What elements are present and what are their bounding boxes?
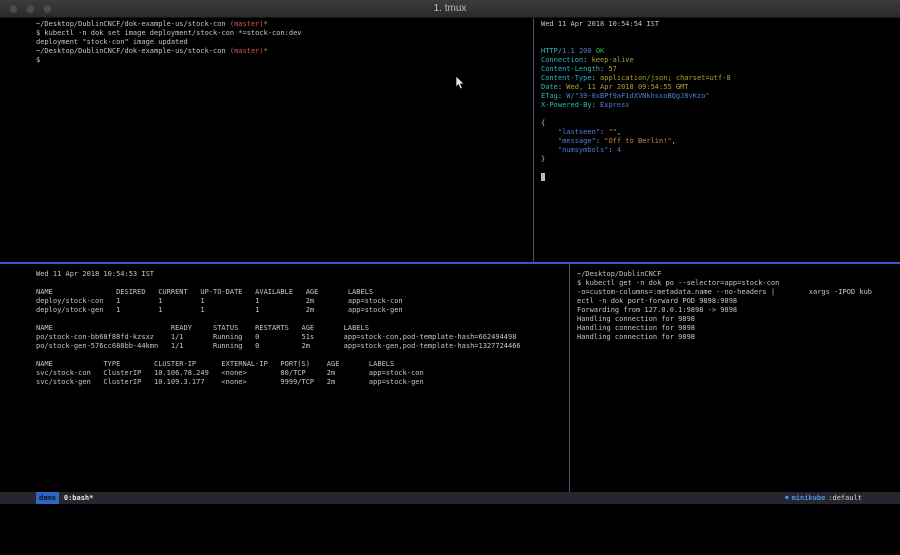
kubernetes-icon: ● (785, 492, 789, 504)
terminal-line: -o=custom-columns=:metadata.name --no-he… (577, 288, 898, 297)
terminal-line: X-Powered-By: Express (541, 101, 898, 110)
close-button[interactable] (9, 4, 18, 13)
terminal-line: svc/stock-con ClusterIP 10.106.78.249 <n… (36, 369, 565, 378)
terminal-line: { (541, 119, 898, 128)
terminal-line: Date: Wed, 11 Apr 2018 09:54:55 GMT (541, 83, 898, 92)
terminal-line: } (541, 155, 898, 164)
terminal-line: Wed 11 Apr 2018 10:54:53 IST (36, 270, 565, 279)
zoom-button[interactable] (43, 4, 52, 13)
terminal-line: "lastseen": "", (541, 128, 898, 137)
terminal-line: $ kubectl -n dok set image deployment/st… (36, 29, 529, 38)
terminal-line: NAME READY STATUS RESTARTS AGE LABELS (36, 324, 565, 333)
terminal-line: Content-Length: 57 (541, 65, 898, 74)
terminal-line (541, 38, 898, 47)
status-right: ● minikube:default (785, 492, 862, 504)
session-name[interactable]: demo (36, 492, 59, 504)
terminal-line: po/stock-con-bb68f88fd-kzsxz 1/1 Running… (36, 333, 565, 342)
window-title: 1. tmux (434, 3, 467, 14)
terminal-line: $ (36, 56, 529, 65)
tmux-status-bar: demo 0:bash* ● minikube:default (0, 492, 900, 504)
window-tab-0-bash[interactable]: 0:bash* (64, 492, 94, 504)
terminal-line: ~/Desktop/DublinCNCF/dok-example-us/stoc… (36, 47, 529, 56)
terminal-line (36, 351, 565, 360)
terminal-line (36, 279, 565, 288)
terminal-line: Connection: keep-alive (541, 56, 898, 65)
terminal-line: deploy/stock-gen 1 1 1 1 2m app=stock-ge… (36, 306, 565, 315)
pane-kubectl-resources[interactable]: Wed 11 Apr 2018 10:54:53 IST NAME DESIRE… (0, 264, 569, 492)
terminal-line (36, 315, 565, 324)
kube-context-label: minikube (792, 492, 826, 504)
terminal-window: 1. tmux ~/Desktop/DublinCNCF/dok-example… (0, 0, 900, 504)
terminal-line: HTTP/1.1 200 OK (541, 47, 898, 56)
pane-port-forward[interactable]: ~/Desktop/DublinCNCF$ kubectl get -n dok… (571, 264, 900, 492)
pane-shell-set-image[interactable]: ~/Desktop/DublinCNCF/dok-example-us/stoc… (0, 18, 533, 262)
terminal-line: deployment "stock-con" image updated (36, 38, 529, 47)
terminal-line (541, 173, 898, 182)
terminal-line: ~/Desktop/DublinCNCF/dok-example-us/stoc… (36, 20, 529, 29)
terminal-line (541, 110, 898, 119)
terminal-line: Forwarding from 127.0.0.1:9898 -> 9898 (577, 306, 898, 315)
terminal-line: NAME DESIRED CURRENT UP-TO-DATE AVAILABL… (36, 288, 565, 297)
terminal-line: Content-Type: application/json; charset=… (541, 74, 898, 83)
terminal-line: Handling connection for 9898 (577, 315, 898, 324)
window-titlebar[interactable]: 1. tmux (0, 0, 900, 18)
terminal-line: deploy/stock-con 1 1 1 1 2m app=stock-co… (36, 297, 565, 306)
terminal-line: Handling connection for 9898 (577, 324, 898, 333)
pane-divider-vertical-top[interactable] (533, 18, 534, 262)
pane-http-response[interactable]: Wed 11 Apr 2018 10:54:54 IST HTTP/1.1 20… (535, 18, 900, 262)
terminal-line: "numsymbols": 4 (541, 146, 898, 155)
terminal-line (541, 164, 898, 173)
terminal-line: po/stock-gen-576cc688bb-44kmn 1/1 Runnin… (36, 342, 565, 351)
terminal-line: ~/Desktop/DublinCNCF (577, 270, 898, 279)
terminal-line: ETag: W/"39-0xBPf9aF1dXVNkhsxoBQgJ8vKzo" (541, 92, 898, 101)
terminal-line (541, 29, 898, 38)
terminal-line: "message": "Off to Berlin!", (541, 137, 898, 146)
terminal-line: $ kubectl get -n dok po --selector=app=s… (577, 279, 898, 288)
terminal-line: NAME TYPE CLUSTER-IP EXTERNAL-IP PORT(S)… (36, 360, 565, 369)
kube-namespace-label: :default (828, 492, 862, 504)
mouse-pointer-icon (455, 76, 465, 90)
traffic-lights (9, 4, 52, 13)
terminal-line: Wed 11 Apr 2018 10:54:54 IST (541, 20, 898, 29)
pane-divider-vertical-bottom[interactable] (569, 264, 570, 492)
status-left: demo 0:bash* (36, 492, 93, 504)
terminal-line: Handling connection for 9898 (577, 333, 898, 342)
minimize-button[interactable] (26, 4, 35, 13)
terminal-line: svc/stock-gen ClusterIP 10.109.3.177 <no… (36, 378, 565, 387)
terminal-line: ectl -n dok port-forward POD 9898:9898 (577, 297, 898, 306)
